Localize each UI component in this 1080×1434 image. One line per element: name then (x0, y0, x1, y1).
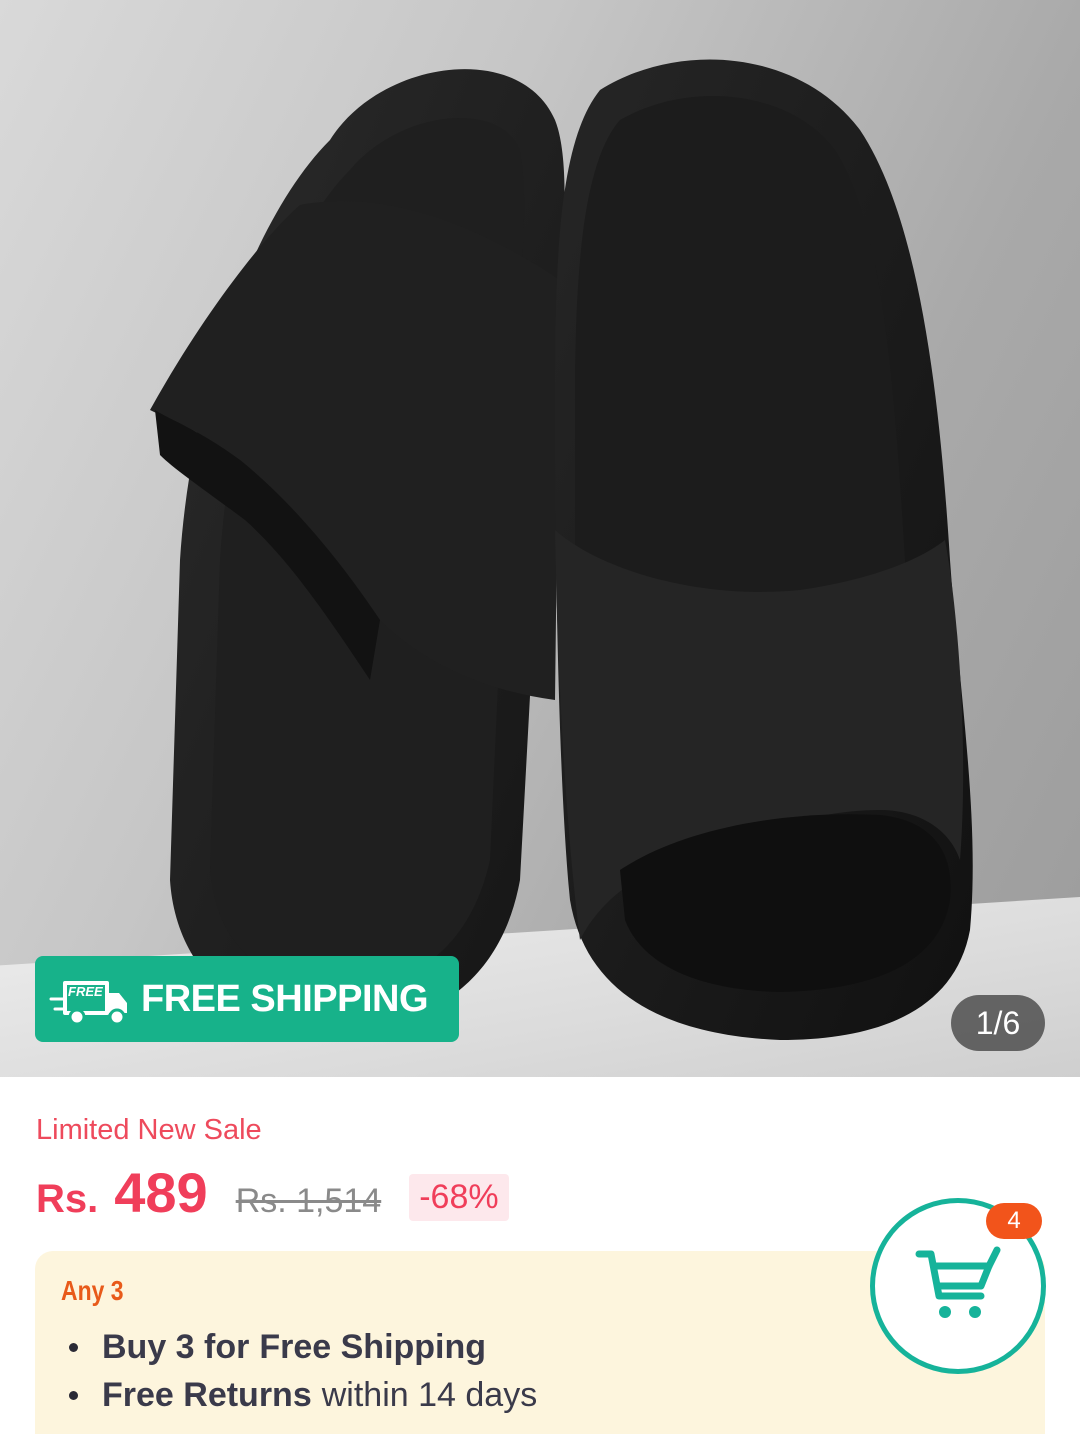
bullet-icon (69, 1390, 78, 1400)
cart-count-badge: 4 (986, 1203, 1042, 1239)
original-price: Rs. 1,514 (235, 1182, 382, 1220)
current-price: 489 (114, 1161, 208, 1224)
promo-item-bold: Buy 3 for (102, 1328, 250, 1366)
price-currency: Rs. (36, 1177, 99, 1221)
free-shipping-label: FREE SHIPPING (141, 977, 429, 1020)
sale-tag: Limited New Sale (36, 1114, 262, 1146)
promo-item-bold: Free Returns (102, 1376, 312, 1414)
bullet-icon (69, 1342, 78, 1352)
price-row: Rs. 489 Rs. 1,514 -68% (36, 1160, 509, 1226)
product-image-gallery[interactable]: FREE FREE SHIPPING 1/6 (0, 0, 1080, 1077)
promo-item: Buy 3 for Free Shipping (69, 1323, 537, 1371)
truck-free-text: FREE (68, 984, 103, 999)
cart-icon (915, 1246, 1001, 1318)
promo-item-text: within 14 days (321, 1376, 538, 1414)
promo-list: Buy 3 for Free Shipping Free Returns wit… (69, 1323, 537, 1419)
free-shipping-badge: FREE FREE SHIPPING (35, 956, 459, 1042)
promo-title: Any 3 (61, 1275, 124, 1306)
promo-item: Free Returns within 14 days (69, 1371, 537, 1419)
delivery-truck-icon: FREE (49, 981, 127, 1026)
discount-badge: -68% (409, 1174, 509, 1221)
image-counter: 1/6 (951, 995, 1045, 1051)
promo-item-bold-2: Free Shipping (259, 1328, 487, 1366)
product-photo (150, 59, 973, 1041)
